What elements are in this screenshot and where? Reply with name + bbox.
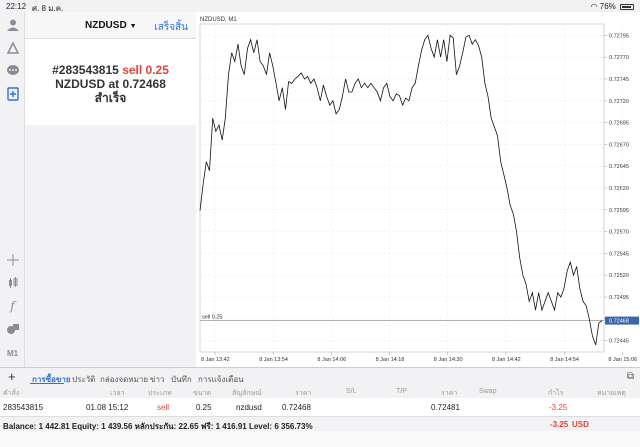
status-right: ◠ 76% [591,2,634,11]
cell-price: 0.72468 [282,403,311,412]
order-symbol-text: NZDUSD at [55,77,120,91]
y-tick-label: 0.72595 [609,208,629,214]
cell-order: 283543815 [3,403,44,412]
panel-background [25,125,196,367]
candles-icon[interactable] [4,274,21,291]
col-swap: Swap [479,388,497,395]
y-tick-label: 0.72770 [609,55,629,61]
y-tick-label: 0.72545 [609,251,629,257]
cell-type: sell [157,403,170,412]
order-result-panel: NZDUSD ▼ เสร็จสิ้น #283543815 sell 0.25 N… [25,12,196,125]
balance-profit: -3.25 [550,420,569,429]
panel-header: NZDUSD ▼ เสร็จสิ้น [25,12,196,39]
y-tick-label: 0.72645 [609,164,629,170]
y-tick-label: 0.72445 [609,339,629,345]
left-toolbar: f M1 [0,12,25,367]
battery-percent: 76% [599,2,616,11]
x-tick-label: 8 Jan 14:06 [317,357,346,363]
price-line [199,34,603,346]
terminal-tabs: + การซื้อขาย ประวัติ กล่องจดหมาย ข่าว บั… [0,367,640,385]
cell-profit: -3.25 [549,403,568,412]
caret-down-icon: ▼ [129,23,137,30]
x-tick-label: 8 Jan 14:42 [492,357,521,363]
order-status: สำเร็จ [94,91,127,105]
x-tick-label: 8 Jan 15:06 [608,357,637,363]
x-tick-label: 8 Jan 13:54 [259,357,288,363]
clock: 22:12 [6,2,27,11]
y-tick-label: 0.72720 [609,99,629,105]
x-tick-label: 8 Jan 13:42 [201,357,230,363]
col-sl: S/L [346,388,357,395]
trade-icon[interactable] [4,39,21,56]
cell-time: 01.08 15:12 [86,403,129,412]
chat-icon[interactable] [4,62,21,79]
y-tick-label: 0.72620 [609,186,629,192]
y-tick-label: 0.72520 [609,273,629,279]
bottom-strip [0,431,640,447]
period-label[interactable]: M1 [4,345,21,362]
cell-current-price: 0.72481 [431,403,460,412]
person-icon[interactable] [4,16,21,33]
current-price-label: 0.72468 [609,319,629,325]
balance-currency: USD [572,420,589,429]
order-line-2: NZDUSD at 0.72468 [25,77,196,91]
function-icon[interactable]: f [4,297,21,314]
y-tick-label: 0.72795 [609,33,629,39]
y-tick-label: 0.72695 [609,121,629,127]
x-tick-label: 8 Jan 14:18 [376,357,405,363]
price-chart[interactable]: NZDUSD, M1 0.72795 0.72770 0.72745 0.72720 0… [196,12,640,367]
new-order-icon[interactable] [4,85,21,102]
balance-bar: Balance: 1 442.81 Equity: 1 439.56 หลักป… [0,416,640,431]
col-tp: T/P [396,388,407,395]
order-price: 0.72468 [122,77,166,91]
done-button[interactable]: เสร็จสิ้น [154,20,188,35]
chart-title: NZDUSD, M1 [200,17,237,23]
y-tick-label: 0.72670 [609,142,629,148]
order-side: sell 0.25 [122,63,169,77]
cell-symbol: nzdusd [236,403,262,412]
crosshair-icon[interactable] [4,251,21,268]
order-number: #283543815 [52,63,119,77]
cell-size: 0.25 [196,403,212,412]
order-line-label: sell 0.25 [202,315,223,321]
plus-icon[interactable]: + [8,369,16,384]
x-tick-label: 8 Jan 14:30 [434,357,463,363]
y-tick-label: 0.72495 [609,295,629,301]
wifi-icon: ◠ [590,2,598,11]
battery-icon [620,4,634,10]
objects-icon[interactable] [4,320,21,337]
order-message: #283543815 sell 0.25 NZDUSD at 0.72468 ส… [25,39,196,105]
x-tick-label: 8 Jan 14:54 [550,357,579,363]
table-row[interactable]: 283543815 01.08 15:12 sell 0.25 nzdusd 0… [0,398,640,416]
chart-svg: NZDUSD, M1 0.72795 0.72770 0.72745 0.72720 0… [199,17,639,363]
status-bar: 22:12 ศ. 8 ม.ค. ◠ 76% [0,0,640,13]
y-tick-label: 0.72745 [609,77,629,83]
table-header: คำสั่ง เวลา ประเภท ขนาด สัญลักษณ์ ราคา S… [0,384,640,398]
order-line-1: #283543815 sell 0.25 [25,63,196,77]
layout-icon[interactable]: ⧉ [627,371,634,382]
symbol-label: NZDUSD [85,20,127,31]
symbol-selector[interactable]: NZDUSD ▼ [85,20,137,31]
y-tick-label: 0.72570 [609,230,629,236]
